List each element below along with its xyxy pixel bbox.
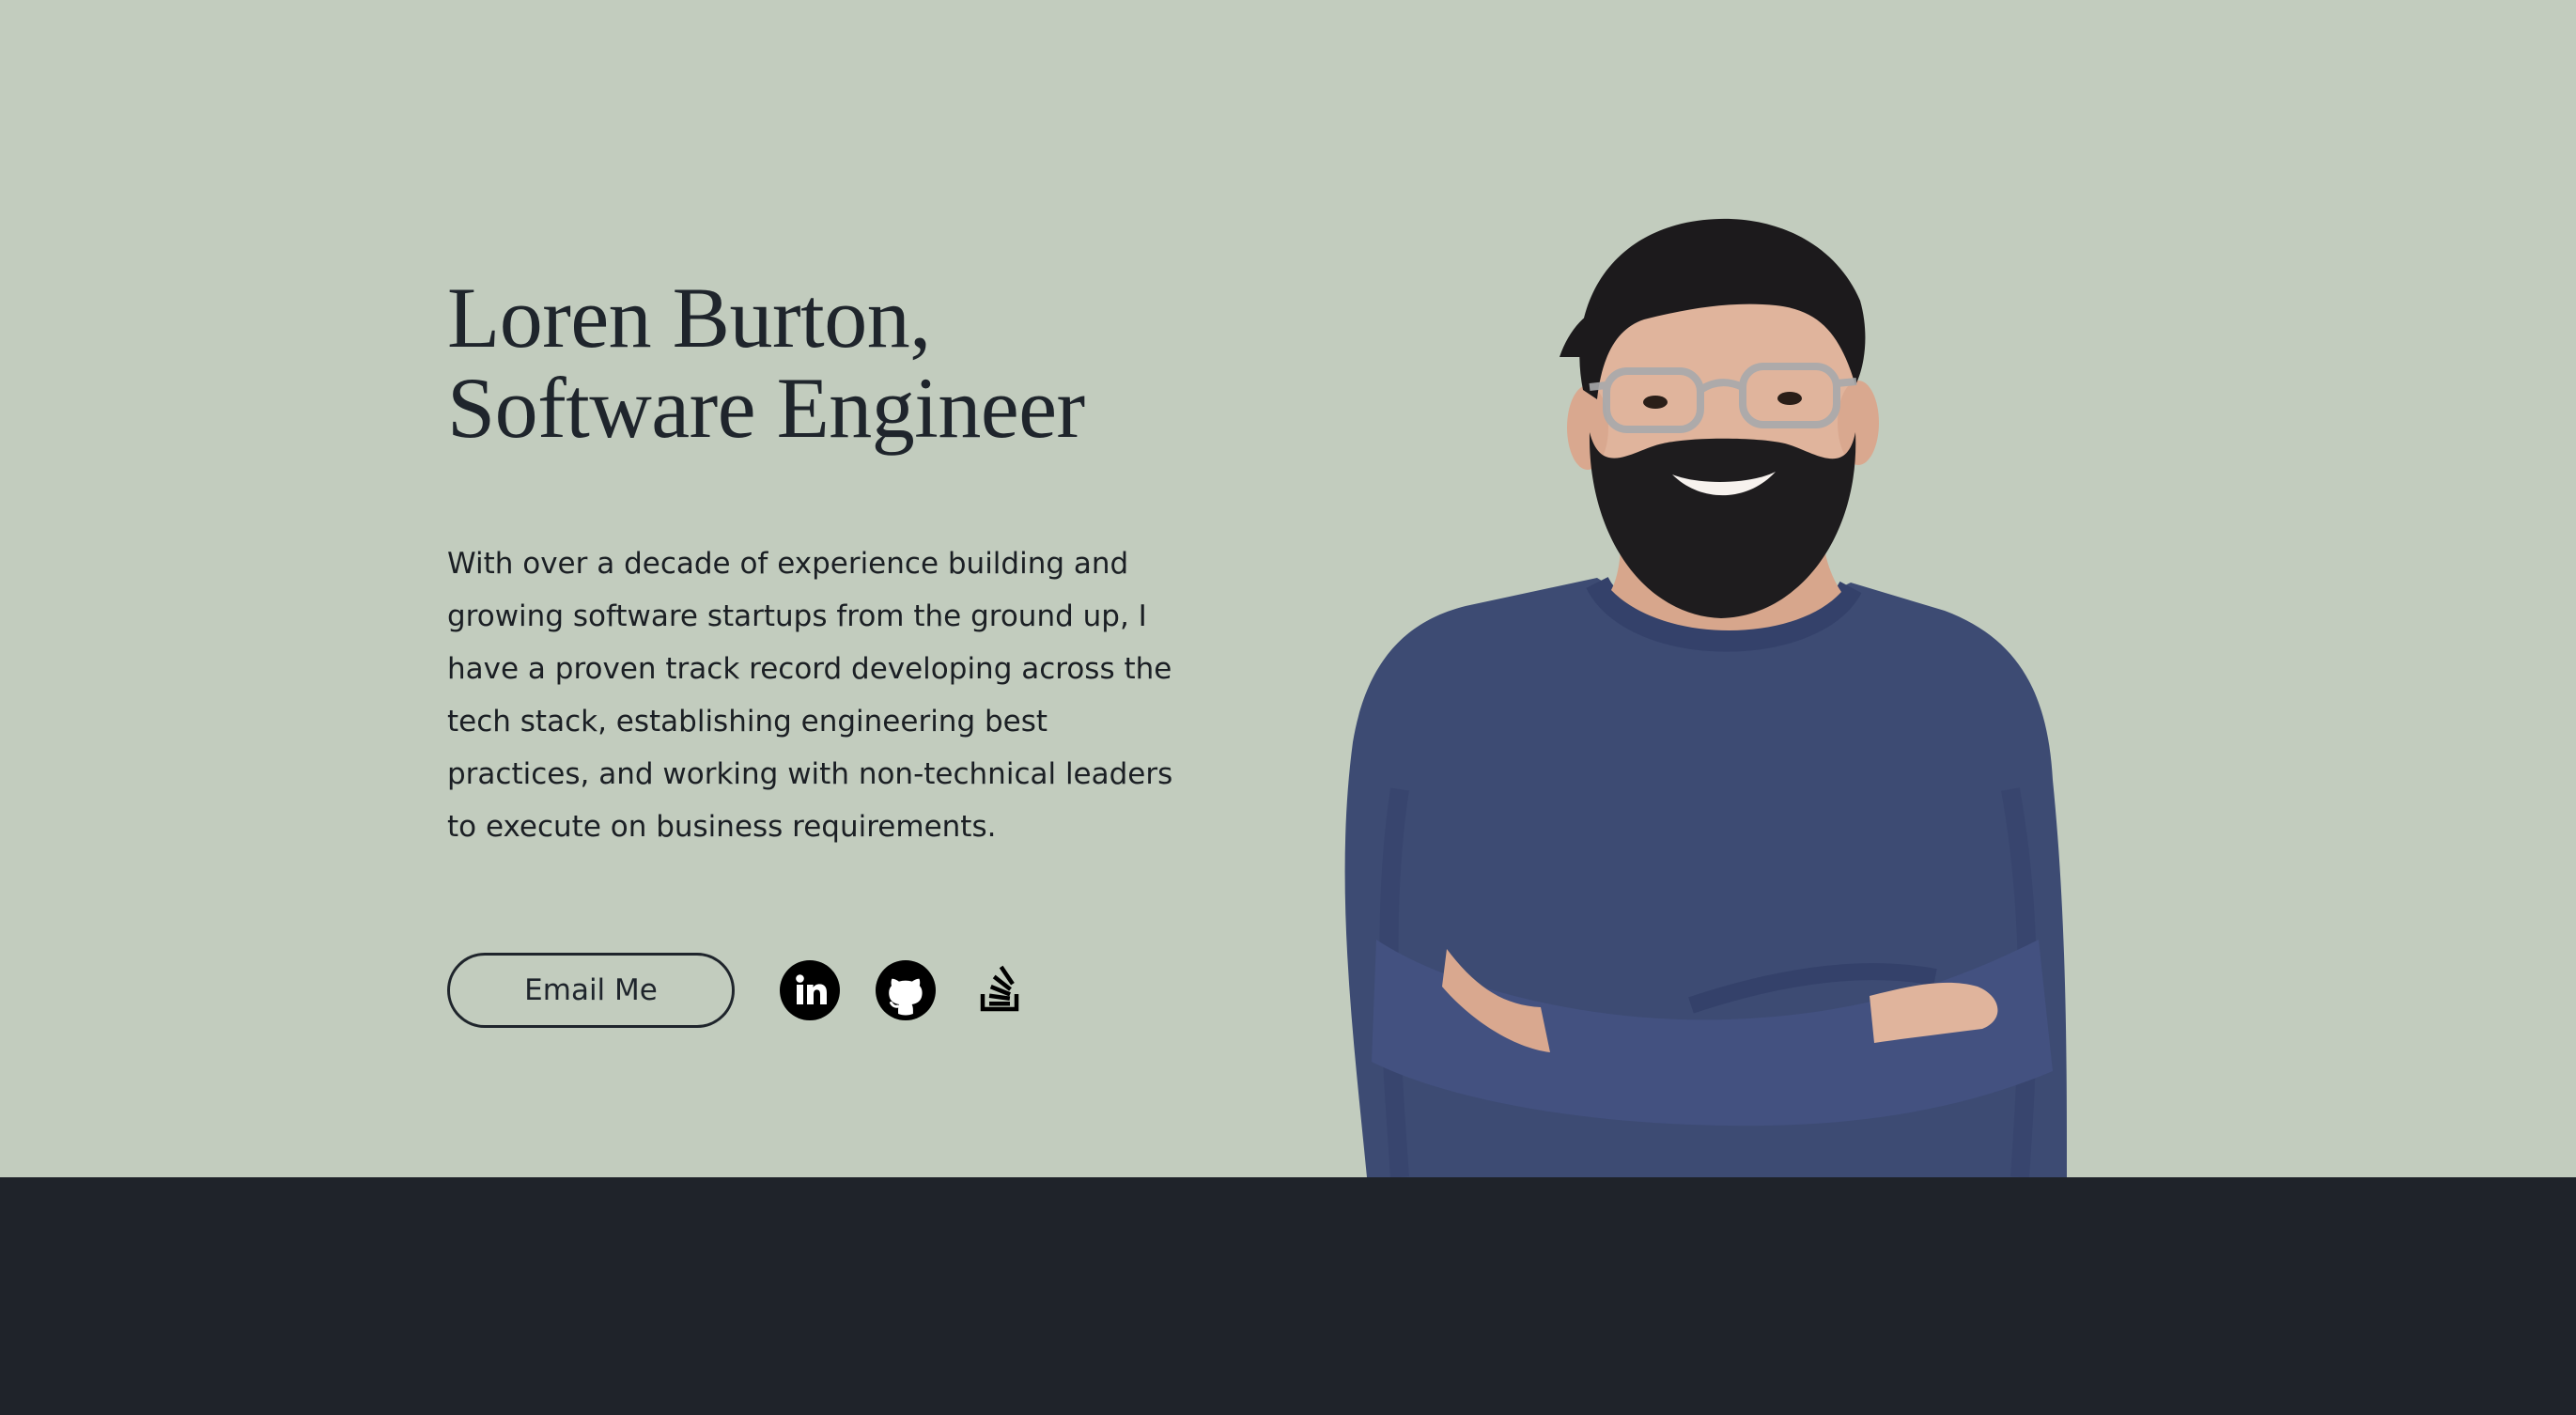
social-links — [780, 960, 1032, 1020]
bio-paragraph: With over a decade of experience buildin… — [447, 547, 1173, 844]
hero-actions: Email Me — [447, 953, 1032, 1028]
title-role: Software Engineer — [447, 360, 1085, 456]
title-name: Loren Burton, — [447, 270, 931, 365]
email-me-button[interactable]: Email Me — [447, 953, 735, 1028]
footer-band — [0, 1177, 2576, 1415]
hero-content: Loren Burton, Software Engineer With ove… — [447, 272, 1218, 853]
github-link[interactable] — [876, 960, 936, 1020]
stack-overflow-icon — [980, 965, 1019, 1012]
page-title: Loren Burton, Software Engineer — [447, 272, 1218, 453]
github-icon — [876, 960, 936, 1020]
profile-photo — [1344, 218, 2067, 1177]
linkedin-icon — [780, 960, 840, 1020]
stack-overflow-link[interactable] — [971, 960, 1032, 1020]
hero-section: Loren Burton, Software Engineer With ove… — [0, 0, 2576, 1177]
linkedin-link[interactable] — [780, 960, 840, 1020]
